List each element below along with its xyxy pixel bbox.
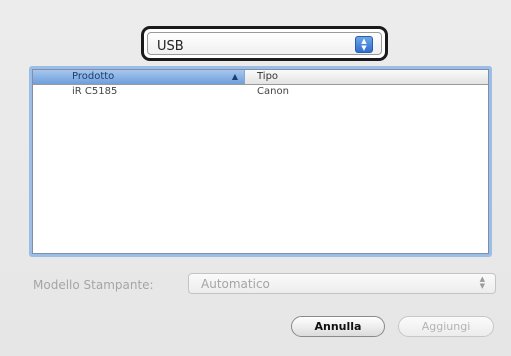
cell-tipo: Canon <box>257 86 289 97</box>
table-header: Prodotto ▲ Tipo <box>33 70 488 85</box>
model-select-value: Automatico <box>201 277 270 291</box>
cell-prodotto: iR C5185 <box>72 86 118 97</box>
column-header-label: Prodotto <box>72 71 115 82</box>
sort-ascending-icon: ▲ <box>231 72 238 81</box>
cancel-button[interactable]: Annulla <box>291 316 385 337</box>
add-button[interactable]: Aggiungi <box>398 316 494 337</box>
connection-popup-control[interactable]: USB ▲ ▼ <box>147 32 382 55</box>
model-label: Modello Stampante: <box>33 278 154 292</box>
popup-arrows-icon: ▲ ▼ <box>479 275 485 290</box>
popup-arrows-icon: ▲ ▼ <box>355 36 373 53</box>
printer-list[interactable]: Prodotto ▲ Tipo iR C5185 Canon <box>29 66 492 257</box>
column-header-prodotto[interactable]: Prodotto ▲ <box>33 70 245 84</box>
column-header-label: Tipo <box>257 71 279 82</box>
model-select[interactable]: Automatico ▲ ▼ <box>188 273 496 294</box>
connection-popup[interactable]: USB ▲ ▼ <box>141 26 388 61</box>
table-row[interactable]: iR C5185 Canon <box>33 84 488 99</box>
column-header-tipo[interactable]: Tipo <box>257 70 278 84</box>
connection-popup-value: USB <box>157 39 184 54</box>
printer-table: Prodotto ▲ Tipo iR C5185 Canon <box>32 69 489 254</box>
printer-add-dialog: USB ▲ ▼ Prodotto ▲ Tipo iR C5185 Canon Mo… <box>0 0 511 356</box>
